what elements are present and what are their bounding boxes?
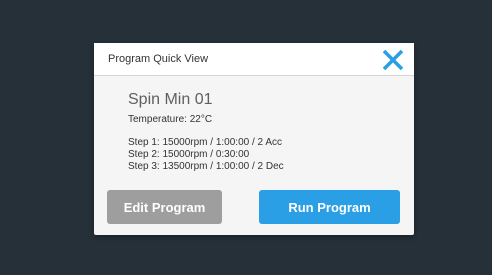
program-quick-view-dialog: Program Quick View Spin Min 01 Temperatu…: [94, 43, 414, 235]
close-button[interactable]: [381, 48, 405, 72]
program-steps: Step 1: 15000rpm / 1:00:00 / 2 Acc Step …: [128, 137, 284, 173]
program-step: Step 1: 15000rpm / 1:00:00 / 2 Acc: [128, 137, 282, 148]
program-step: Step 3: 13500rpm / 1:00:00 / 2 Dec: [128, 161, 284, 172]
edit-program-button[interactable]: Edit Program: [107, 190, 222, 224]
close-icon: [382, 49, 404, 71]
dialog-title: Program Quick View: [108, 53, 209, 65]
program-name: Spin Min 01: [128, 91, 213, 108]
dialog-body: Spin Min 01 Temperature: 22°C Step 1: 15…: [94, 77, 414, 235]
run-program-button[interactable]: Run Program: [259, 190, 400, 224]
program-step: Step 2: 15000rpm / 0:30:00: [128, 149, 250, 160]
program-temperature: Temperature: 22°C: [128, 114, 213, 125]
dialog-header: Program Quick View: [94, 43, 414, 76]
